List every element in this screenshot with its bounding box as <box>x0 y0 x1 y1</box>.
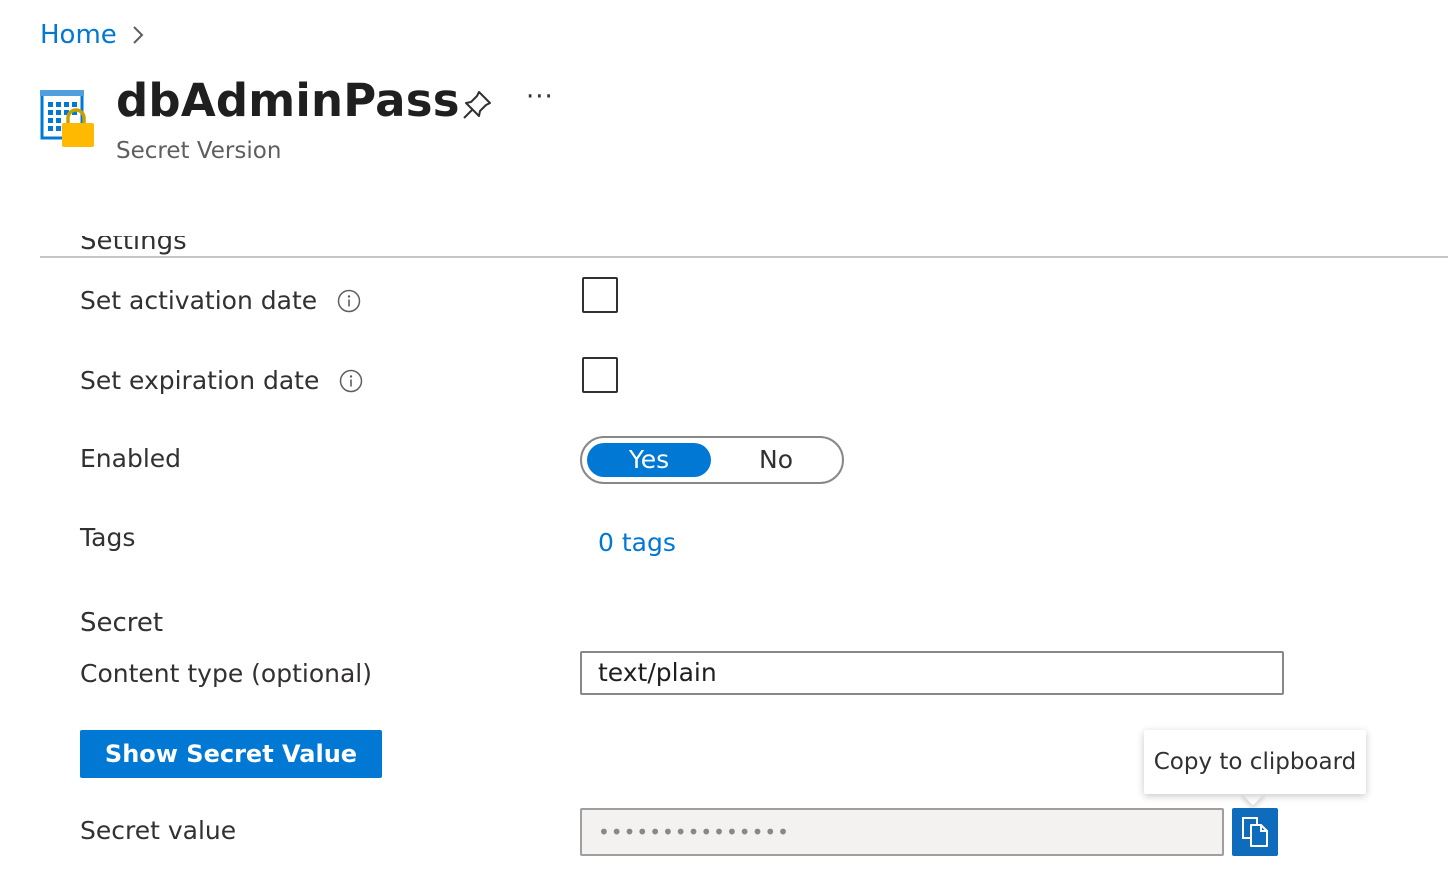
key-vault-secret-icon <box>40 90 96 150</box>
enabled-yes-option[interactable]: Yes <box>587 443 711 477</box>
secret-version-page: Home dbAdminPass Secret Version ··· Sett… <box>0 0 1448 876</box>
more-options-button[interactable]: ··· <box>526 82 554 112</box>
expiration-date-checkbox[interactable] <box>582 357 618 393</box>
activation-date-row-label: Set activation date <box>80 286 361 315</box>
breadcrumb-home-link[interactable]: Home <box>40 20 117 50</box>
page-title: dbAdminPass <box>116 74 460 127</box>
copy-icon <box>1242 817 1268 847</box>
breadcrumb: Home <box>40 20 145 50</box>
page-subtitle: Secret Version <box>116 138 282 164</box>
tags-link[interactable]: 0 tags <box>598 528 676 557</box>
secret-value-label: Secret value <box>80 816 237 845</box>
content-type-input[interactable] <box>580 651 1284 695</box>
copy-tooltip: Copy to clipboard <box>1144 730 1366 794</box>
expiration-date-row-label: Set expiration date <box>80 366 363 395</box>
enabled-label: Enabled <box>80 444 182 473</box>
info-icon[interactable] <box>339 369 363 393</box>
enabled-no-option[interactable]: No <box>714 443 838 477</box>
header-divider <box>40 256 1448 258</box>
activation-date-label: Set activation date <box>80 286 318 315</box>
enabled-toggle: Yes No <box>580 436 844 484</box>
content-type-label: Content type (optional) <box>80 659 372 688</box>
chevron-right-icon <box>131 24 145 46</box>
tags-label: Tags <box>80 523 136 552</box>
expiration-date-label: Set expiration date <box>80 366 320 395</box>
info-icon[interactable] <box>337 289 361 313</box>
secret-section-heading: Secret <box>80 608 164 638</box>
pin-icon <box>463 91 491 119</box>
show-secret-value-button[interactable]: Show Secret Value <box>80 730 382 778</box>
copy-to-clipboard-button[interactable] <box>1232 808 1278 856</box>
pin-button[interactable] <box>460 88 494 122</box>
secret-value-field[interactable]: ••••••••••••••• <box>580 808 1224 856</box>
activation-date-checkbox[interactable] <box>582 277 618 313</box>
settings-heading: Settings <box>80 236 187 256</box>
